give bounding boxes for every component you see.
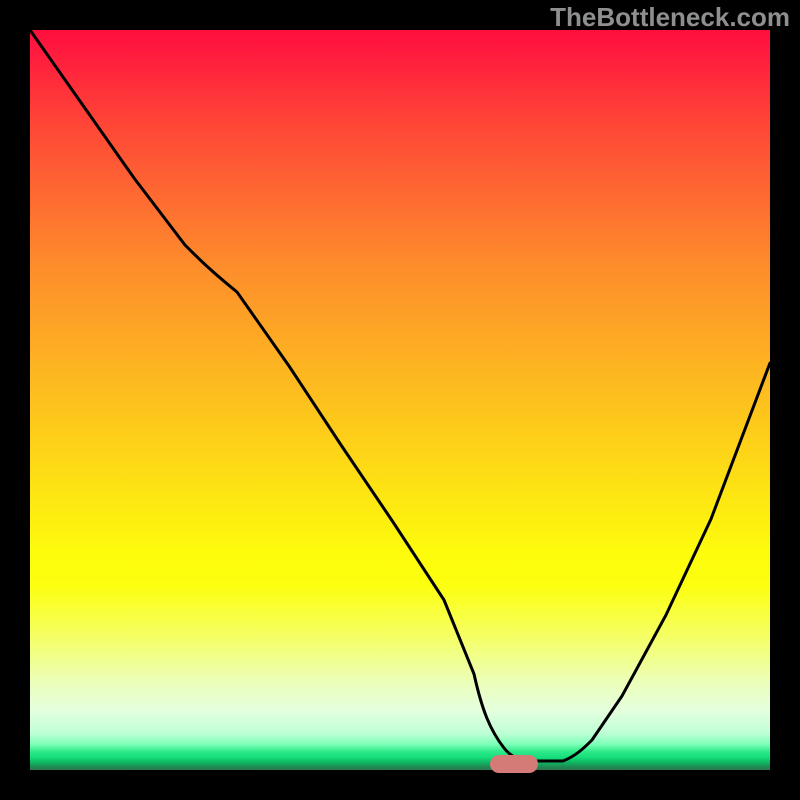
optimal-range-pill [490, 755, 538, 773]
watermark-text: TheBottleneck.com [550, 2, 790, 33]
curve-path [30, 30, 770, 761]
chart-frame: TheBottleneck.com [0, 0, 800, 800]
bottleneck-curve [30, 30, 770, 770]
